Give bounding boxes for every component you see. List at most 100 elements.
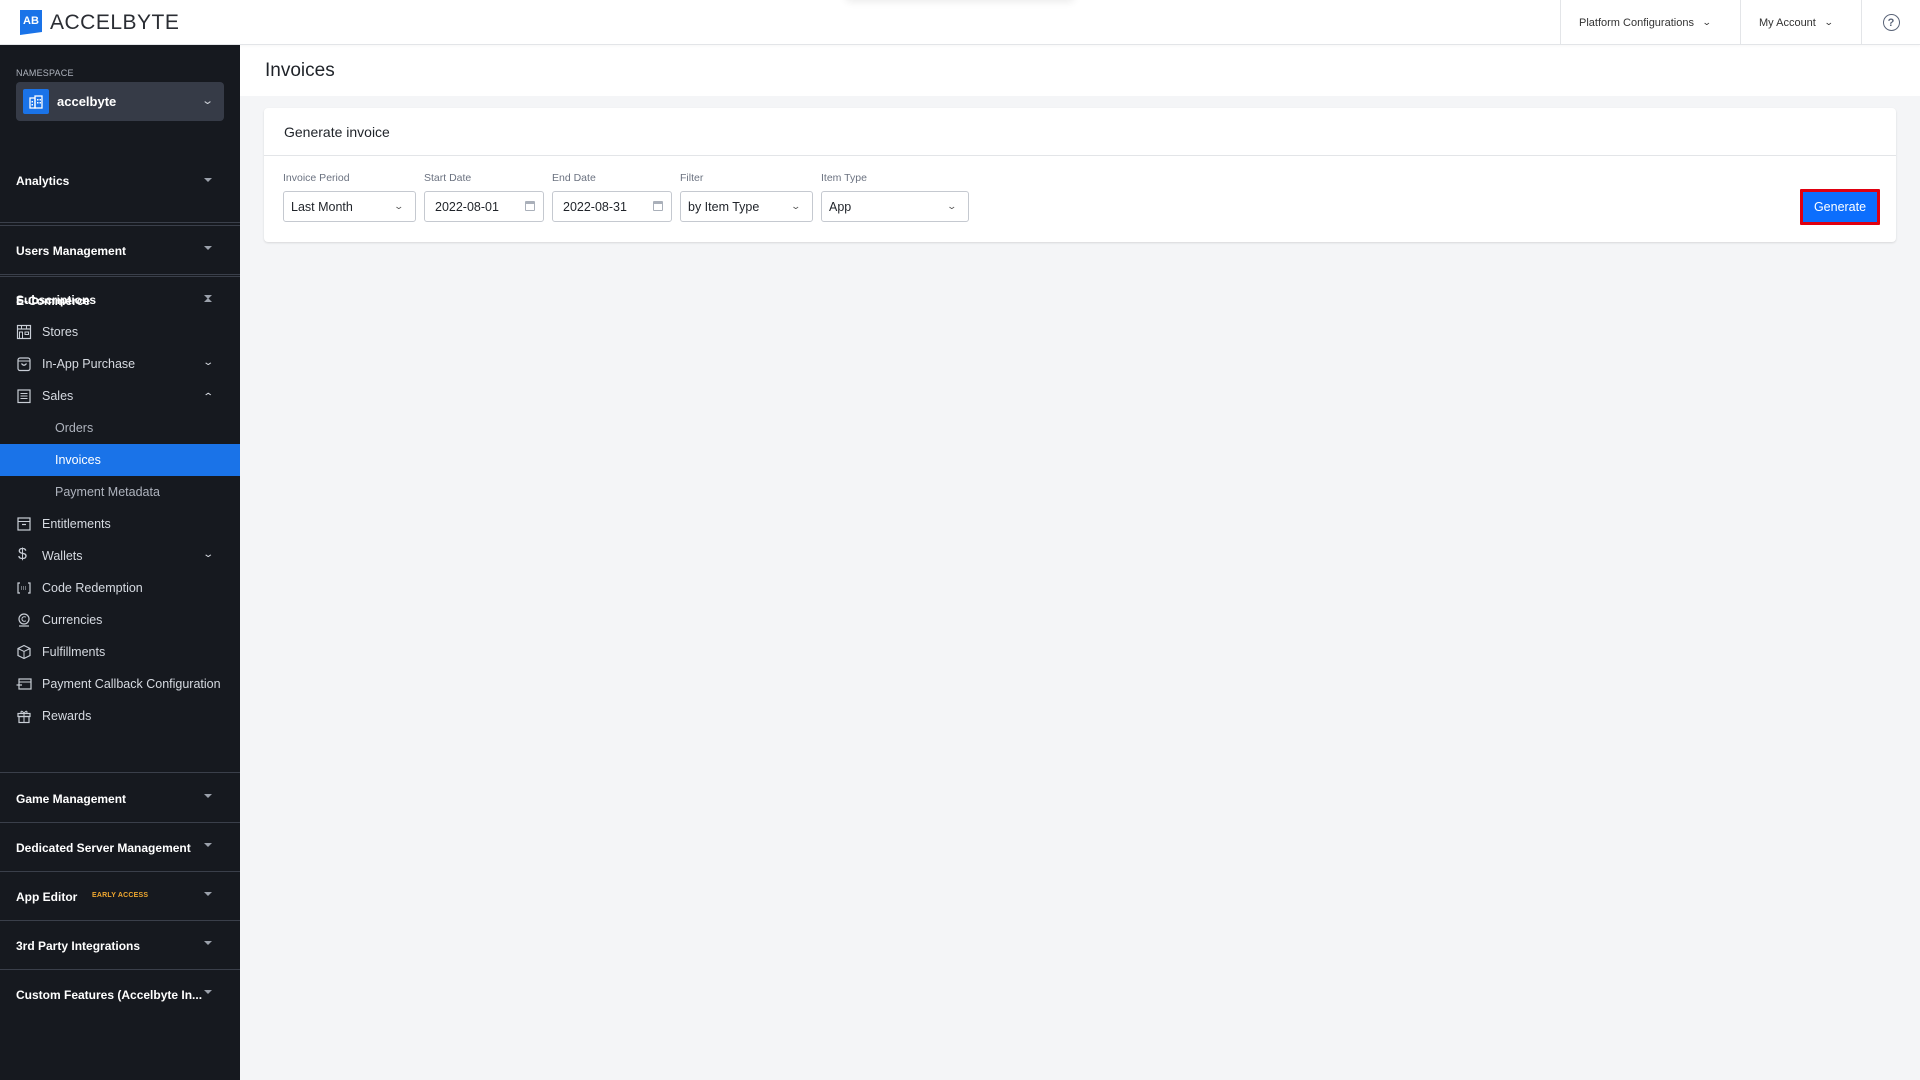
end-date-input[interactable]: 2022-08-31	[552, 191, 672, 222]
package-icon	[16, 644, 32, 660]
sidebar-item-code-redemption[interactable]: Code Redemption	[0, 572, 240, 604]
sidebar-section-custom-features[interactable]: Custom Features (Accelbyte In...	[0, 970, 240, 1019]
generate-button[interactable]: Generate	[1800, 189, 1880, 225]
building-icon	[23, 89, 49, 114]
sidebar-item-stores[interactable]: Stores	[0, 316, 240, 348]
chevron-down-icon: ⌄	[790, 201, 802, 211]
brand-name: ACCELBYTE	[50, 10, 180, 34]
caret-down-icon	[204, 794, 212, 798]
invoice-period-select[interactable]: Last Month ⌄	[283, 191, 416, 222]
sidebar-item-label: Entitlements	[42, 517, 111, 531]
sidebar-item-label: Sales	[42, 389, 74, 403]
sidebar-item-label: Payment Callback Configuration	[42, 677, 221, 691]
item-type-label: Item Type	[821, 172, 867, 184]
sidebar-item-label: In-App Purchase	[42, 357, 136, 371]
end-date-label: End Date	[552, 172, 596, 184]
page-header: Invoices	[240, 45, 1920, 96]
sidebar: NAMESPACE accelbyte ⌄ Analytics Users Ma…	[0, 45, 240, 1080]
help-button[interactable]: ?	[1861, 0, 1920, 45]
item-type-value: App	[829, 199, 852, 214]
sidebar-item-label: Wallets	[42, 549, 83, 563]
sidebar-section-game-management[interactable]: Game Management	[0, 774, 240, 823]
start-date-label: Start Date	[424, 172, 472, 184]
chevron-up-icon: ⌃	[202, 392, 215, 403]
sidebar-item-invoices[interactable]: Invoices	[0, 444, 240, 476]
namespace-value: accelbyte	[57, 94, 117, 109]
caret-down-icon	[204, 843, 212, 847]
page-title: Invoices	[265, 60, 335, 81]
generate-invoice-card: Generate invoice Invoice Period Last Mon…	[264, 108, 1896, 242]
chevron-down-icon: ⌄	[393, 201, 405, 211]
calendar-icon	[653, 201, 663, 211]
gift-icon	[16, 708, 32, 724]
chevron-down-icon: ⌄	[202, 549, 215, 560]
shopping-bag-icon	[16, 356, 32, 372]
dollar-icon: $	[18, 546, 27, 563]
section-label: 3rd Party Integrations	[16, 939, 141, 953]
invoice-period-field: Invoice Period Last Month ⌄	[283, 172, 416, 222]
sidebar-item-entitlements[interactable]: Entitlements	[0, 508, 240, 540]
receipt-icon	[16, 388, 32, 404]
filter-label: Filter	[680, 172, 704, 184]
sidebar-section-analytics[interactable]: Analytics	[0, 174, 240, 223]
sidebar-section-3rd-party-integrations[interactable]: 3rd Party Integrations	[0, 921, 240, 970]
filter-select[interactable]: by Item Type ⌄	[680, 191, 813, 222]
sidebar-item-rewards[interactable]: Rewards	[0, 700, 240, 732]
section-label: Dedicated Server Management	[16, 841, 191, 855]
chevron-down-icon: ⌄	[200, 95, 214, 107]
sidebar-item-orders[interactable]: Orders	[0, 412, 240, 444]
caret-up-icon	[204, 298, 212, 302]
chevron-down-icon: ⌄	[1701, 17, 1712, 27]
caret-down-icon	[204, 892, 212, 896]
ecommerce-header[interactable]: E-Commerce	[0, 294, 240, 318]
caret-down-icon	[204, 246, 212, 250]
invoice-period-label: Invoice Period	[283, 172, 350, 184]
early-access-badge: EARLY ACCESS	[92, 892, 149, 899]
namespace-selector[interactable]: accelbyte ⌄	[16, 82, 224, 121]
logo-mark-icon: AB	[20, 10, 42, 35]
chevron-down-icon: ⌄	[1823, 17, 1834, 27]
brand-logo[interactable]: AB ACCELBYTE	[20, 10, 179, 35]
platform-configurations-menu[interactable]: Platform Configurations ⌄	[1560, 0, 1740, 45]
section-label: Users Management	[16, 244, 127, 258]
card-title: Generate invoice	[284, 124, 390, 140]
sidebar-section-dedicated-server-management[interactable]: Dedicated Server Management	[0, 823, 240, 872]
caret-down-icon	[204, 990, 212, 994]
chevron-down-icon: ⌄	[202, 357, 215, 368]
store-icon	[16, 324, 32, 340]
sidebar-item-payment-metadata[interactable]: Payment Metadata	[0, 476, 240, 508]
sidebar-section-app-editor[interactable]: App Editor EARLY ACCESS	[0, 872, 240, 921]
card-header: Generate invoice	[264, 108, 1896, 156]
sidebar-item-label: Orders	[55, 421, 94, 435]
sidebar-item-sales[interactable]: Sales ⌃	[0, 380, 240, 412]
archive-icon	[16, 516, 32, 532]
sidebar-item-label: Currencies	[42, 613, 103, 627]
end-date-field: End Date 2022-08-31	[552, 172, 672, 222]
sidebar-item-currencies[interactable]: Currencies	[0, 604, 240, 636]
sidebar-item-payment-callback-configuration[interactable]: Payment Callback Configuration	[0, 668, 240, 700]
calendar-icon	[525, 201, 535, 211]
sidebar-section-users-management[interactable]: Users Management	[0, 226, 240, 275]
section-label: E-Commerce	[16, 294, 91, 308]
caret-down-icon	[204, 941, 212, 945]
sidebar-item-label: Stores	[42, 325, 79, 339]
start-date-input[interactable]: 2022-08-01	[424, 191, 544, 222]
coin-icon	[16, 612, 32, 628]
sidebar-item-in-app-purchase[interactable]: In-App Purchase ⌄	[0, 348, 240, 380]
chevron-down-icon: ⌄	[946, 201, 958, 211]
platform-configurations-label: Platform Configurations	[1579, 16, 1694, 29]
sidebar-section-ecommerce: E-Commerce Stores In-App Purchase ⌄ Sale…	[0, 276, 240, 773]
sidebar-item-label: Code Redemption	[42, 581, 143, 595]
code-brackets-icon	[16, 580, 32, 596]
my-account-menu[interactable]: My Account ⌄	[1740, 0, 1861, 45]
sidebar-item-label: Payment Metadata	[55, 485, 160, 499]
help-icon: ?	[1882, 14, 1900, 31]
sidebar-item-fulfillments[interactable]: Fulfillments	[0, 636, 240, 668]
sidebar-item-wallets[interactable]: $ Wallets ⌄	[0, 540, 240, 572]
item-type-field: Item Type App ⌄	[821, 172, 969, 222]
start-date-field: Start Date 2022-08-01	[424, 172, 544, 222]
item-type-select[interactable]: App ⌄	[821, 191, 969, 222]
section-label: Custom Features (Accelbyte In...	[16, 988, 203, 1002]
section-label: Analytics	[16, 174, 70, 188]
sidebar-item-label: Fulfillments	[42, 645, 106, 659]
